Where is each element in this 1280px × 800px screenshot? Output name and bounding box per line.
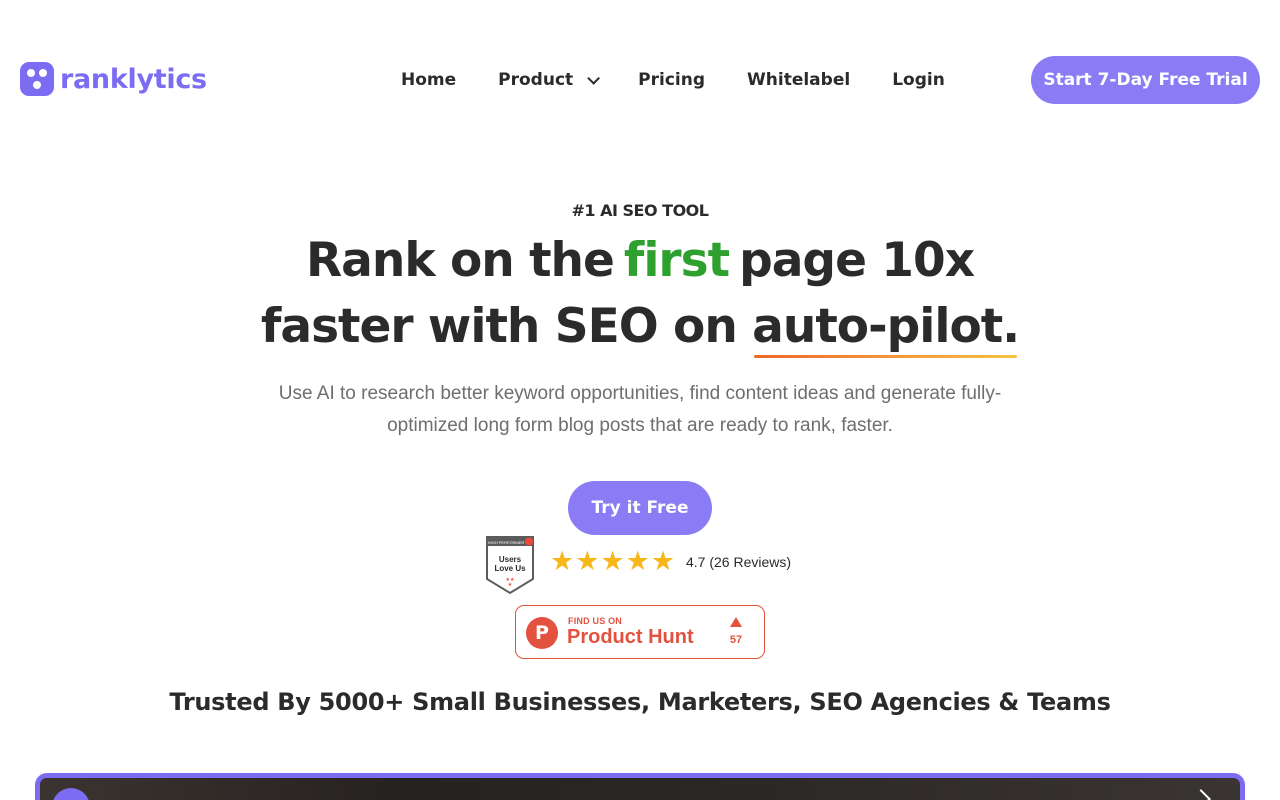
- video-thumbnail: [40, 778, 1240, 800]
- hero-eyebrow: #1 AI SEO TOOL: [571, 201, 709, 220]
- product-hunt-small-text: FIND US ON: [568, 616, 623, 626]
- nav-login[interactable]: Login: [871, 70, 966, 90]
- brand-name: ranklytics: [60, 63, 207, 95]
- rating-stars: ★ ★ ★ ★ ★: [550, 548, 675, 576]
- brand-logo[interactable]: ranklytics: [20, 62, 207, 96]
- star-icon: ★: [650, 546, 676, 577]
- product-hunt-title: Product Hunt: [567, 626, 694, 648]
- headline-part1: Rank on the: [305, 233, 615, 288]
- chevron-down-icon: [587, 71, 601, 85]
- g2-badge-icon: HIGH PERFORMER Users Love Us ★★ ★: [486, 536, 534, 595]
- nav-whitelabel[interactable]: Whitelabel: [726, 70, 871, 90]
- star-icon: ★: [550, 546, 575, 577]
- star-icon: ★: [575, 546, 600, 577]
- hero-subheading: Use AI to research better keyword opport…: [278, 383, 1002, 436]
- svg-text:Users: Users: [499, 555, 522, 564]
- upvote-triangle-icon: [730, 617, 742, 627]
- nav-product-label: Product: [498, 70, 574, 90]
- svg-text:Love Us: Love Us: [494, 564, 526, 573]
- product-hunt-logo-icon: P: [526, 617, 558, 649]
- site-header: ranklytics Home Product Pricing Whitelab…: [0, 0, 1280, 160]
- try-it-free-button[interactable]: Try it Free: [568, 481, 712, 535]
- trusted-by-heading: Trusted By 5000+ Small Businesses, Marke…: [169, 688, 1111, 716]
- main-nav: Home Product Pricing Whitelabel Login: [380, 56, 966, 104]
- rating-text: 4.7 (26 Reviews): [686, 554, 792, 570]
- hero-headline: Rank on the first page 10x faster with SEO…: [0, 228, 1280, 360]
- headline-accent: first: [623, 233, 730, 288]
- g2-badge-top-text: HIGH PERFORMER: [488, 540, 525, 545]
- star-icon: ★: [600, 546, 625, 577]
- product-hunt-badge[interactable]: P FIND US ON Product Hunt 57: [515, 605, 765, 659]
- star-icon: ★: [625, 546, 650, 577]
- ranklytics-logo-icon: [20, 62, 54, 96]
- start-free-trial-button[interactable]: Start 7-Day Free Trial: [1031, 56, 1260, 104]
- upvote-count: 57: [729, 634, 743, 646]
- demo-video-player[interactable]: [35, 773, 1245, 800]
- headline-underlined: auto-pilot.: [752, 294, 1020, 360]
- headline-part3: faster with SEO on: [260, 299, 738, 354]
- nav-product[interactable]: Product: [477, 70, 617, 90]
- svg-text:★: ★: [508, 582, 513, 588]
- nav-home[interactable]: Home: [380, 70, 477, 90]
- headline-part2: page 10x: [739, 233, 975, 288]
- nav-pricing[interactable]: Pricing: [617, 70, 726, 90]
